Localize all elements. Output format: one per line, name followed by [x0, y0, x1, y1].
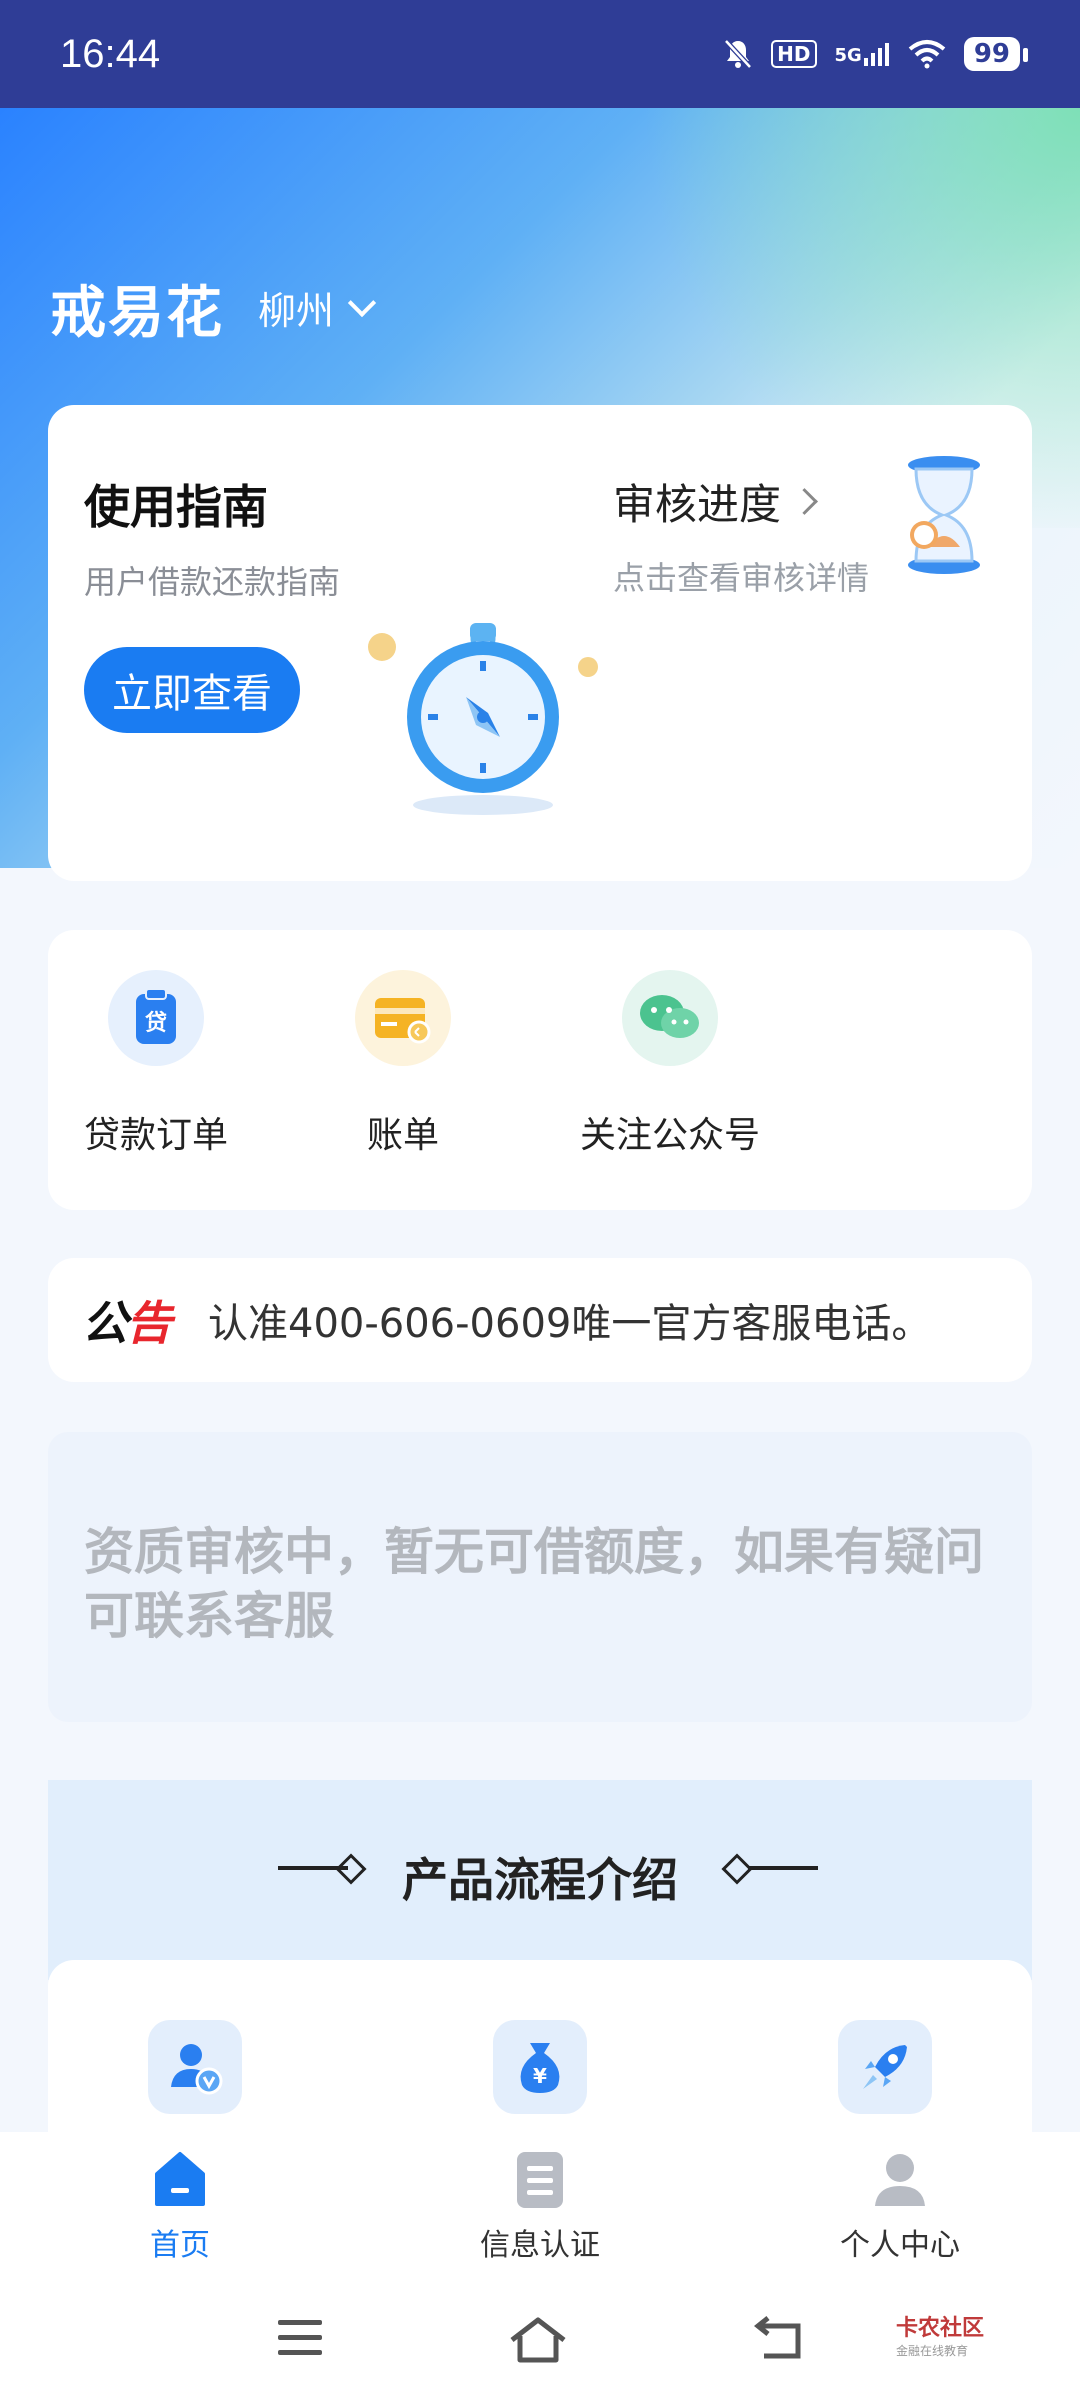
city-label: 柳州: [258, 289, 335, 333]
app-title: 戒易花: [50, 281, 224, 346]
wifi-icon: [908, 40, 946, 69]
guide-card: 使用指南 用户借款还款指南 立即查看 审核进度 点击查看审核详情: [48, 405, 1032, 881]
compass-illustration-icon: [368, 623, 598, 815]
loan-order-icon: 贷: [108, 970, 204, 1066]
mute-bell-icon: [724, 39, 752, 69]
follow-official-account-label: 关注公众号: [580, 1115, 761, 1156]
follow-official-account-button[interactable]: 关注公众号: [580, 970, 760, 1158]
title-decoration-right: [748, 1866, 818, 1870]
document-icon: [517, 2152, 563, 2208]
status-bar: 16:44 HD 5G 99: [0, 0, 1080, 108]
credit-status-message: 资质审核中，暂无可借额度，如果有疑问可联系客服: [84, 1523, 984, 1645]
quick-actions-card: 贷 贷款订单 账单 关注公众号: [48, 930, 1032, 1210]
notice-text: 认准400-606-0609唯一官方客服电话。: [208, 1301, 932, 1347]
hourglass-icon: [908, 456, 980, 574]
home-nav-icon[interactable]: [508, 2316, 568, 2364]
identity-verify-icon: [148, 2020, 242, 2114]
bill-button[interactable]: 账单: [355, 970, 451, 1158]
hd-badge: HD: [771, 40, 817, 68]
wechat-icon: [622, 970, 718, 1066]
view-now-button[interactable]: 立即查看: [84, 647, 300, 733]
clock: 16:44: [60, 31, 161, 76]
bill-icon: [355, 970, 451, 1066]
tab-personal-center[interactable]: 个人中心: [720, 2132, 1080, 2282]
tab-info-verification[interactable]: 信息认证: [360, 2132, 720, 2282]
bottom-tab-bar: 首页 信息认证 个人中心: [0, 2132, 1080, 2282]
status-icons: HD 5G 99: [723, 37, 1029, 71]
notice-tag: 公告: [82, 1296, 172, 1350]
back-icon[interactable]: [754, 2316, 804, 2362]
money-bag-icon: ¥: [493, 2020, 587, 2114]
process-intro-header: 产品流程介绍: [48, 1780, 1032, 1980]
loan-order-button[interactable]: 贷 贷款订单: [84, 970, 228, 1158]
process-steps-card: ¥: [48, 1960, 1032, 2160]
credit-status-card: 资质审核中，暂无可借额度，如果有疑问可联系客服: [48, 1432, 1032, 1722]
review-progress-label: 审核进度: [613, 480, 782, 529]
review-progress-link[interactable]: 审核进度: [613, 471, 818, 532]
guide-subtitle: 用户借款还款指南: [84, 563, 341, 601]
person-icon: [875, 2154, 925, 2206]
chevron-down-icon: [347, 288, 377, 317]
system-navigation-bar: 卡农社区 金融在线教育: [0, 2282, 1080, 2408]
notice-card[interactable]: 公告 认准400-606-0609唯一官方客服电话。: [48, 1258, 1032, 1382]
tab-home-label: 首页: [150, 2228, 210, 2263]
loan-order-label: 贷款订单: [84, 1115, 229, 1156]
svg-text:¥: ¥: [533, 2064, 547, 2088]
svg-text:贷: 贷: [145, 1010, 167, 1036]
tab-personal-center-label: 个人中心: [840, 2228, 960, 2263]
city-selector[interactable]: 柳州: [258, 280, 377, 335]
process-title: 产品流程介绍: [402, 1853, 678, 1907]
guide-title: 使用指南: [84, 480, 268, 534]
watermark-logo: 卡农社区 金融在线教育: [896, 2316, 985, 2358]
network-5g-icon: 5G: [835, 42, 890, 66]
menu-icon[interactable]: [276, 2316, 324, 2360]
review-progress-subtitle: 点击查看审核详情: [613, 559, 870, 597]
chevron-right-icon: [791, 488, 818, 515]
tab-info-verification-label: 信息认证: [480, 2228, 600, 2263]
rocket-icon: [838, 2020, 932, 2114]
tab-home[interactable]: 首页: [0, 2132, 360, 2282]
bill-label: 账单: [366, 1115, 439, 1156]
home-icon: [155, 2152, 205, 2206]
battery-indicator: 99: [963, 37, 1029, 71]
